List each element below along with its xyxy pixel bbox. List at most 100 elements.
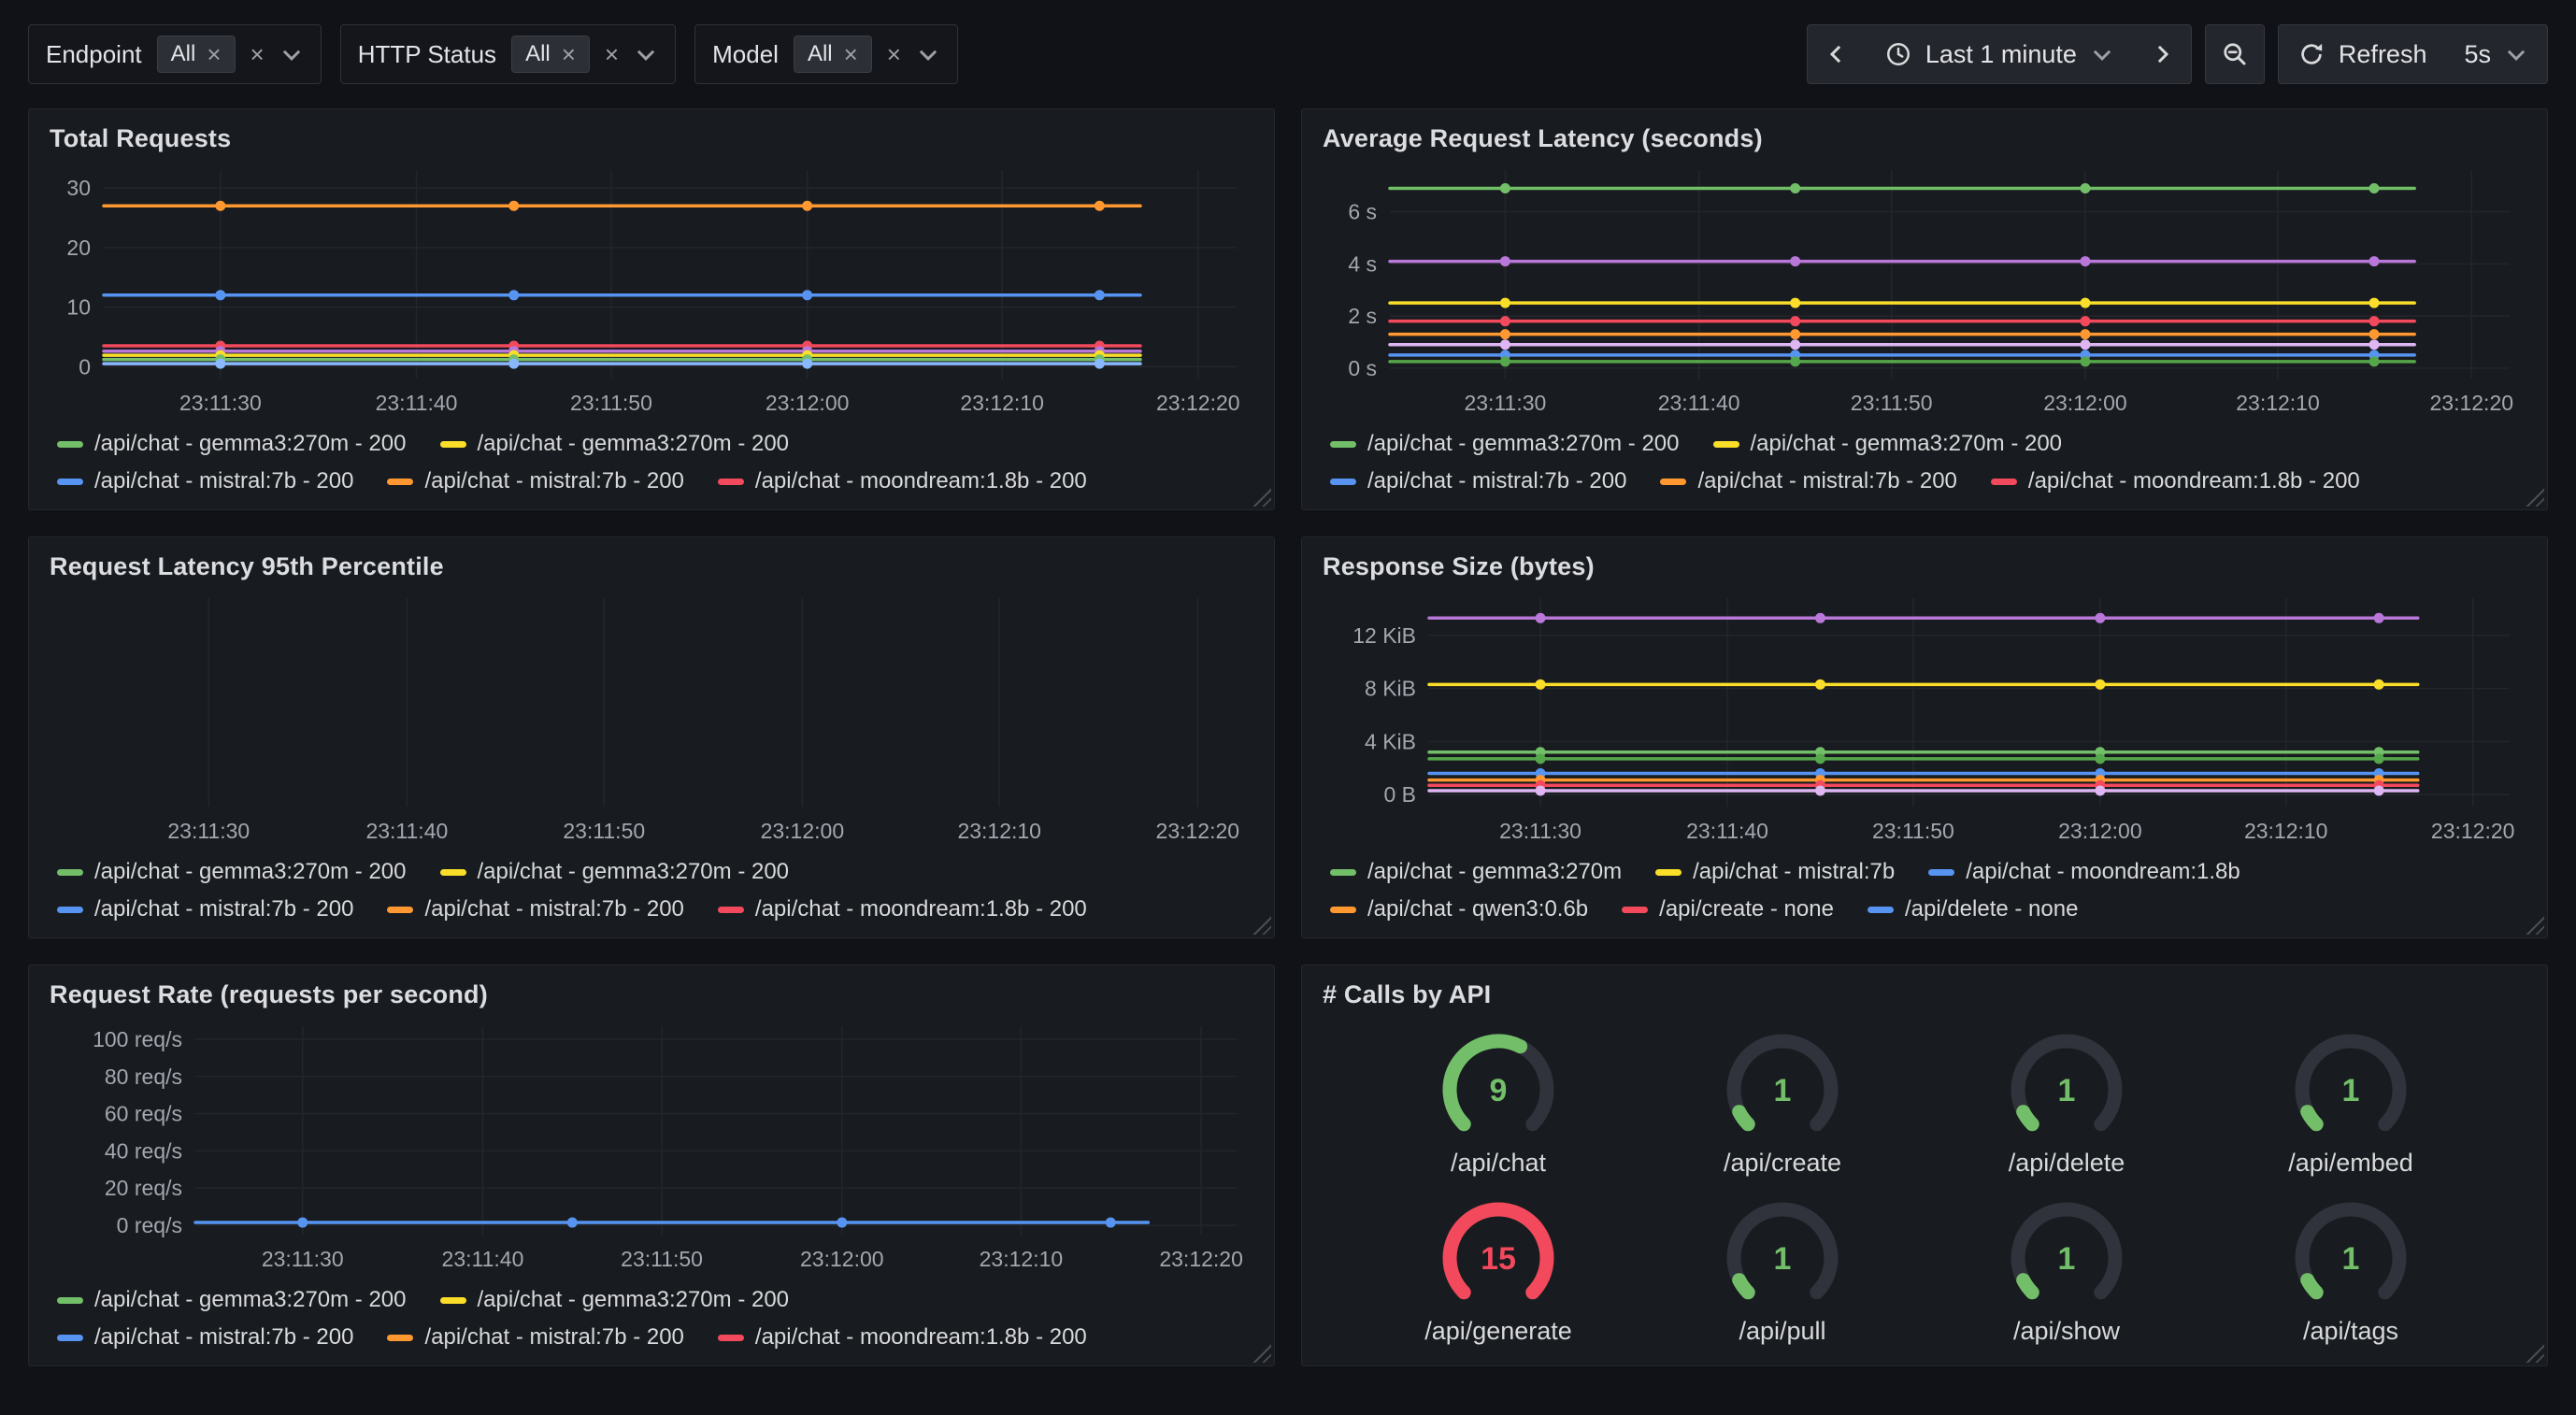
legend-item[interactable]: /api/chat - moondream:1.8b [1928, 859, 2240, 885]
panel-header[interactable]: Response Size (bytes) [1323, 552, 2526, 581]
chevron-down-icon[interactable] [279, 42, 304, 66]
gauge-arc: 1 [2281, 1188, 2421, 1328]
legend-item[interactable]: /api/chat - gemma3:270m - 200 [1713, 431, 2063, 457]
filter-value-chip[interactable]: All × [794, 36, 872, 73]
panel-avg-request-latency: Average Request Latency (seconds) 23:11:3… [1301, 108, 2548, 510]
legend-item[interactable]: /api/chat - gemma3:270m - 200 [1330, 431, 1680, 457]
panel-resize-handle[interactable] [2524, 486, 2544, 507]
panel-title: # Calls by API [1323, 980, 1491, 1009]
legend-item[interactable]: /api/chat - mistral:7b - 200 [57, 468, 353, 494]
legend-item[interactable]: /api/chat - gemma3:270m - 200 [57, 431, 407, 457]
legend-series-swatch [718, 479, 744, 485]
panel-resize-handle[interactable] [1251, 914, 1271, 935]
panel-header[interactable]: Total Requests [50, 124, 1253, 153]
legend-item[interactable]: /api/delete - none [1868, 896, 2078, 922]
panel-header[interactable]: # Calls by API [1323, 980, 2526, 1009]
chart-area[interactable]: 23:11:3023:11:4023:11:5023:12:0023:12:10… [1323, 585, 2526, 846]
y-axis-tick-label: 100 req/s [93, 1027, 182, 1051]
chart-legend: /api/chat - gemma3:270m - 200/api/chat -… [50, 1274, 1253, 1354]
legend-item[interactable]: /api/chat - mistral:7b [1655, 859, 1895, 885]
legend-series-swatch [1868, 907, 1894, 913]
x-axis-tick-label: 23:12:20 [1159, 1247, 1243, 1271]
legend-item[interactable]: /api/chat - mistral:7b - 200 [387, 468, 683, 494]
legend-series-label: /api/chat - moondream:1.8b - 200 [755, 1324, 1087, 1351]
panel-resize-handle[interactable] [1251, 1342, 1271, 1363]
panel-header[interactable]: Request Rate (requests per second) [50, 980, 1253, 1009]
chart-area[interactable]: 23:11:3023:11:4023:11:5023:12:0023:12:10… [1323, 157, 2526, 418]
gauge-arc: 15 [1428, 1188, 1568, 1328]
legend-item[interactable]: /api/chat - moondream:1.8b - 200 [1991, 468, 2360, 494]
timeseries-plot[interactable]: 23:11:3023:11:4023:11:5023:12:0023:12:10… [50, 1013, 1253, 1274]
chevron-down-icon[interactable] [916, 42, 940, 66]
gauge-label: /api/embed [2288, 1149, 2413, 1178]
timeseries-plot[interactable]: 23:11:3023:11:4023:11:5023:12:0023:12:10… [50, 585, 1253, 846]
legend-item[interactable]: /api/chat - mistral:7b - 200 [57, 1324, 353, 1351]
legend-item[interactable]: /api/chat - gemma3:270m - 200 [440, 1287, 790, 1313]
gauge-api-chat: 9/api/chat [1428, 1020, 1568, 1178]
series-point [1095, 359, 1105, 369]
filter-clear-icon[interactable]: × [605, 42, 619, 66]
legend-item[interactable]: /api/create - none [1622, 896, 1834, 922]
gauge-label: /api/create [1724, 1149, 1841, 1178]
panel-request-latency-p95: Request Latency 95th Percentile 23:11:302… [28, 536, 1275, 938]
legend-item[interactable]: /api/chat - mistral:7b - 200 [387, 896, 683, 922]
legend-item[interactable]: /api/chat - gemma3:270m - 200 [57, 859, 407, 885]
legend-item[interactable]: /api/chat - mistral:7b - 200 [387, 1324, 683, 1351]
chart-area[interactable]: 23:11:3023:11:4023:11:5023:12:0023:12:10… [50, 585, 1253, 846]
y-axis-tick-label: 4 KiB [1365, 729, 1416, 753]
x-axis-tick-label: 23:12:00 [2058, 819, 2142, 843]
x-axis-tick-label: 23:11:50 [563, 819, 645, 843]
chart-area[interactable]: 23:11:3023:11:4023:11:5023:12:0023:12:10… [50, 157, 1253, 418]
legend-series-swatch [1655, 869, 1682, 876]
chart-area[interactable]: 23:11:3023:11:4023:11:5023:12:0023:12:10… [50, 1013, 1253, 1274]
time-shift-forward-button[interactable] [2133, 25, 2191, 83]
filter-clear-icon[interactable]: × [887, 42, 901, 66]
filter-clear-icon[interactable]: × [250, 42, 265, 66]
chevron-right-icon [2148, 40, 2176, 68]
x-axis-tick-label: 23:11:30 [1464, 391, 1546, 415]
legend-item[interactable]: /api/chat - qwen3:0.6b [1330, 896, 1588, 922]
chevron-down-icon[interactable] [634, 42, 658, 66]
legend-item[interactable]: /api/chat - gemma3:270m - 200 [440, 859, 790, 885]
legend-series-label: /api/chat - gemma3:270m - 200 [94, 1287, 407, 1313]
time-shift-back-button[interactable] [1808, 25, 1866, 83]
chip-remove-icon[interactable]: × [562, 42, 576, 66]
legend-item[interactable]: /api/chat - gemma3:270m - 200 [440, 431, 790, 457]
filter-model[interactable]: Model All × × [694, 24, 958, 84]
panel-header[interactable]: Request Latency 95th Percentile [50, 552, 1253, 581]
legend-item[interactable]: /api/chat - mistral:7b - 200 [57, 896, 353, 922]
legend-item[interactable]: /api/chat - moondream:1.8b - 200 [718, 468, 1087, 494]
panel-header[interactable]: Average Request Latency (seconds) [1323, 124, 2526, 153]
legend-item[interactable]: /api/chat - gemma3:270m - 200 [57, 1287, 407, 1313]
refresh-interval-dropdown[interactable]: 5s [2445, 25, 2547, 83]
legend-row: /api/chat - mistral:7b - 200/api/chat - … [57, 1324, 1246, 1351]
refresh-button[interactable]: Refresh [2279, 25, 2446, 83]
filter-endpoint[interactable]: Endpoint All × × [28, 24, 322, 84]
chip-remove-icon[interactable]: × [207, 42, 221, 66]
y-axis-tick-label: 80 req/s [105, 1065, 182, 1089]
panel-resize-handle[interactable] [1251, 486, 1271, 507]
filter-value-chip[interactable]: All × [157, 36, 236, 73]
legend-item[interactable]: /api/chat - mistral:7b - 200 [1660, 468, 1956, 494]
legend-series-label: /api/chat - gemma3:270m - 200 [94, 859, 407, 885]
legend-series-swatch [1991, 479, 2017, 485]
timeseries-plot[interactable]: 23:11:3023:11:4023:11:5023:12:0023:12:10… [50, 157, 1253, 418]
timeseries-plot[interactable]: 23:11:3023:11:4023:11:5023:12:0023:12:10… [1323, 157, 2526, 418]
panel-title: Average Request Latency (seconds) [1323, 124, 1763, 153]
legend-item[interactable]: /api/chat - moondream:1.8b - 200 [718, 896, 1087, 922]
zoom-out-button[interactable] [2206, 25, 2264, 83]
gauge-value: 1 [1774, 1241, 1792, 1277]
panel-resize-handle[interactable] [2524, 1342, 2544, 1363]
chip-remove-icon[interactable]: × [844, 42, 858, 66]
legend-item[interactable]: /api/chat - gemma3:270m [1330, 859, 1622, 885]
filter-http-status[interactable]: HTTP Status All × × [340, 24, 676, 84]
legend-item[interactable]: /api/chat - mistral:7b - 200 [1330, 468, 1626, 494]
filter-value-chip[interactable]: All × [511, 36, 590, 73]
time-range-picker[interactable]: Last 1 minute [1866, 25, 2133, 83]
legend-item[interactable]: /api/chat - moondream:1.8b - 200 [718, 1324, 1087, 1351]
series-point [1500, 298, 1510, 308]
series-point [2095, 785, 2105, 795]
timeseries-plot[interactable]: 23:11:3023:11:4023:11:5023:12:0023:12:10… [1323, 585, 2526, 846]
chevron-down-icon [2504, 42, 2528, 66]
panel-resize-handle[interactable] [2524, 914, 2544, 935]
